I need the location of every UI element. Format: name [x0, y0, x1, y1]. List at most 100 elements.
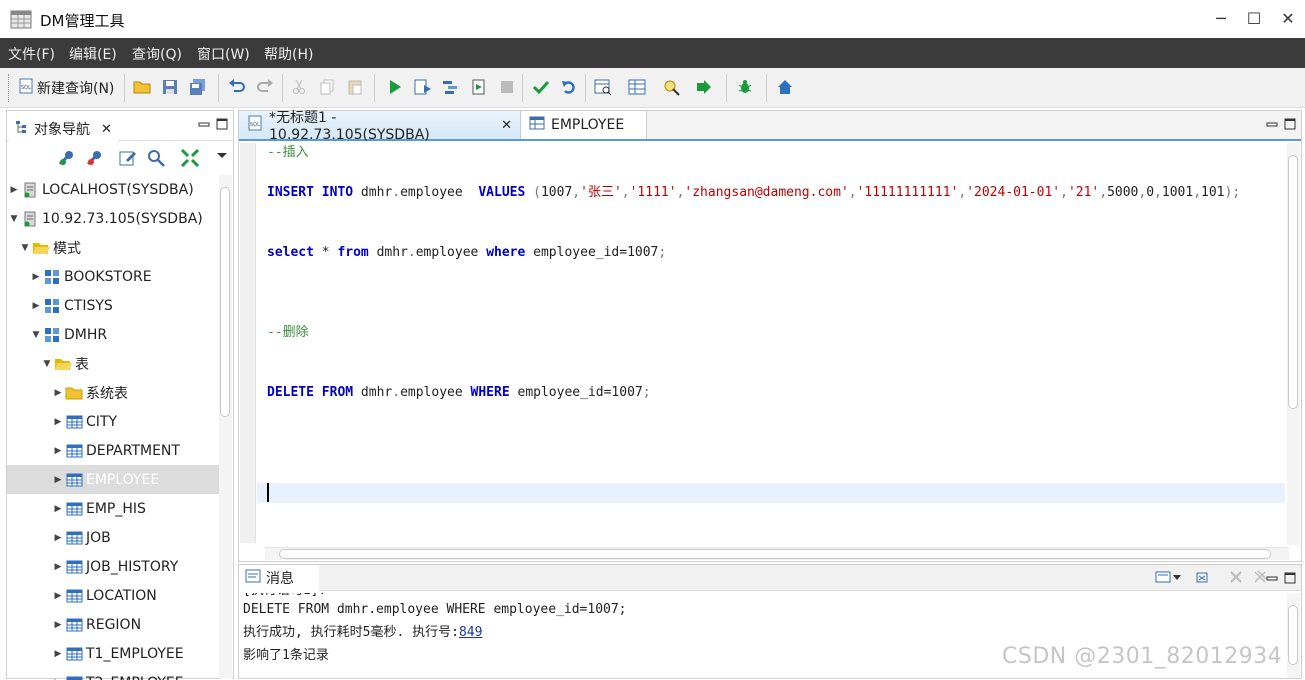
save-icon[interactable]: [159, 76, 181, 98]
close-tab-icon[interactable]: ✕: [501, 118, 512, 133]
maximize-panel-icon[interactable]: [215, 117, 229, 131]
menu-file[interactable]: 文件(F): [8, 44, 55, 64]
collapsed-chevron-icon[interactable]: ▶: [53, 388, 63, 398]
tab-messages[interactable]: 消息: [239, 565, 319, 591]
tree-item[interactable]: ▶CITY: [7, 407, 219, 436]
run-file-icon[interactable]: [468, 76, 490, 98]
scroll-thumb[interactable]: [220, 187, 230, 417]
close-tab-icon[interactable]: ✕: [101, 122, 112, 137]
tree-item[interactable]: ▶T2_EMPLOYEE: [7, 668, 219, 680]
minimize-panel-icon[interactable]: [1265, 117, 1279, 131]
expanded-chevron-icon[interactable]: ▼: [9, 214, 19, 224]
editor-horizontal-scrollbar[interactable]: [265, 547, 1289, 560]
menu-window[interactable]: 窗口(W): [197, 44, 250, 64]
menu-help[interactable]: 帮助(H): [264, 44, 313, 64]
scroll-thumb[interactable]: [1288, 155, 1298, 409]
scroll-thumb[interactable]: [1288, 605, 1298, 665]
editor-vertical-scrollbar[interactable]: [1287, 143, 1300, 545]
toolbar-separator: [374, 74, 375, 102]
sql-code-area[interactable]: --插入INSERT INTO dmhr.employee VALUES (10…: [267, 143, 1285, 545]
tree-item[interactable]: ▶EMP_HIS: [7, 494, 219, 523]
scroll-thumb[interactable]: [279, 549, 1271, 559]
tree-item[interactable]: ▶系统表: [7, 378, 219, 407]
minimize-panel-icon[interactable]: [197, 117, 211, 131]
query-plan-icon[interactable]: [592, 76, 614, 98]
stop-icon[interactable]: [496, 76, 518, 98]
tab-object-navigator[interactable]: 对象导航 ✕: [9, 113, 118, 141]
table-icon: [529, 116, 545, 134]
tree-item[interactable]: ▶LOCALHOST(SYSDBA): [7, 175, 219, 204]
collapsed-chevron-icon[interactable]: ▶: [53, 562, 63, 572]
minimize-panel-icon[interactable]: [1265, 571, 1279, 585]
tree-item[interactable]: ▶EMPLOYEE: [7, 465, 219, 494]
expanded-chevron-icon[interactable]: ▼: [20, 243, 30, 253]
debug-bug-icon[interactable]: [734, 76, 756, 98]
expanded-chevron-icon[interactable]: ▼: [42, 359, 52, 369]
tree-item[interactable]: ▼DMHR: [7, 320, 219, 349]
maximize-panel-icon[interactable]: [1283, 117, 1297, 131]
undo-icon[interactable]: [226, 76, 248, 98]
run-script-icon[interactable]: [412, 76, 434, 98]
collapsed-chevron-icon[interactable]: ▶: [53, 620, 63, 630]
tree-item[interactable]: ▼10.92.73.105(SYSDBA): [7, 204, 219, 233]
tab-employee[interactable]: EMPLOYEE: [521, 111, 647, 139]
maximize-panel-icon[interactable]: [1283, 571, 1297, 585]
collapsed-chevron-icon[interactable]: ▶: [53, 417, 63, 427]
explain-icon[interactable]: [440, 76, 462, 98]
remove-icon[interactable]: [1229, 570, 1243, 584]
menu-edit[interactable]: 编辑(E): [69, 44, 117, 64]
tree-item[interactable]: ▶JOB: [7, 523, 219, 552]
tree-item[interactable]: ▶BOOKSTORE: [7, 262, 219, 291]
tree-item[interactable]: ▶DEPARTMENT: [7, 436, 219, 465]
tab-untitled-query[interactable]: SQL *无标题1 - 10.92.73.105(SYSDBA) ✕: [239, 111, 521, 139]
collapsed-chevron-icon[interactable]: ▶: [53, 649, 63, 659]
tree-item[interactable]: ▼表: [7, 349, 219, 378]
collapsed-chevron-icon[interactable]: ▶: [9, 185, 19, 195]
clear-messages-icon[interactable]: [1195, 570, 1209, 584]
minimize-button[interactable]: ─: [1208, 6, 1234, 32]
debug-search-icon[interactable]: [660, 76, 682, 98]
disconnect-icon[interactable]: [83, 147, 105, 169]
collapsed-chevron-icon[interactable]: ▶: [53, 591, 63, 601]
tree-item[interactable]: ▶LOCATION: [7, 581, 219, 610]
collapsed-chevron-icon[interactable]: ▶: [31, 301, 41, 311]
tree-item[interactable]: ▶T1_EMPLOYEE: [7, 639, 219, 668]
save-all-icon[interactable]: [187, 76, 209, 98]
collapsed-chevron-icon[interactable]: ▶: [53, 475, 63, 485]
message-scrollbar[interactable]: [1287, 593, 1300, 678]
code-token: 'zhangsan@dameng.com': [684, 185, 848, 200]
collapsed-chevron-icon[interactable]: ▶: [31, 272, 41, 282]
home-icon[interactable]: [774, 76, 796, 98]
navigator-scrollbar[interactable]: [219, 175, 232, 679]
close-window-button[interactable]: ✕: [1275, 6, 1301, 32]
table-view-icon[interactable]: [626, 76, 648, 98]
view-options-icon[interactable]: [1155, 570, 1183, 584]
folder-open-icon: [32, 240, 50, 256]
tree-item[interactable]: ▼模式: [7, 233, 219, 262]
run-icon[interactable]: [384, 76, 406, 98]
exec-number-link[interactable]: 849: [459, 625, 482, 640]
copy-icon[interactable]: [316, 76, 338, 98]
expanded-chevron-icon[interactable]: ▼: [31, 330, 41, 340]
redo-icon[interactable]: [254, 76, 276, 98]
collapsed-chevron-icon[interactable]: ▶: [53, 504, 63, 514]
new-query-button[interactable]: SQL 新建查询(N): [18, 78, 114, 98]
search-icon[interactable]: [145, 147, 167, 169]
connect-icon[interactable]: [55, 147, 77, 169]
rollback-icon[interactable]: [558, 76, 580, 98]
paste-icon[interactable]: [344, 76, 366, 98]
cut-icon[interactable]: [288, 76, 310, 98]
collapsed-chevron-icon[interactable]: ▶: [53, 446, 63, 456]
expand-all-icon[interactable]: [179, 147, 201, 169]
view-menu-chevron-down-icon[interactable]: [211, 145, 233, 167]
collapsed-chevron-icon[interactable]: ▶: [53, 533, 63, 543]
tree-item[interactable]: ▶JOB_HISTORY: [7, 552, 219, 581]
menu-query[interactable]: 查询(Q): [132, 44, 182, 64]
commit-icon[interactable]: [530, 76, 552, 98]
step-run-icon[interactable]: [694, 76, 716, 98]
tree-item[interactable]: ▶REGION: [7, 610, 219, 639]
tree-item[interactable]: ▶CTISYS: [7, 291, 219, 320]
maximize-button[interactable]: ☐: [1241, 6, 1267, 32]
edit-icon[interactable]: [117, 147, 139, 169]
open-folder-icon[interactable]: [131, 76, 153, 98]
